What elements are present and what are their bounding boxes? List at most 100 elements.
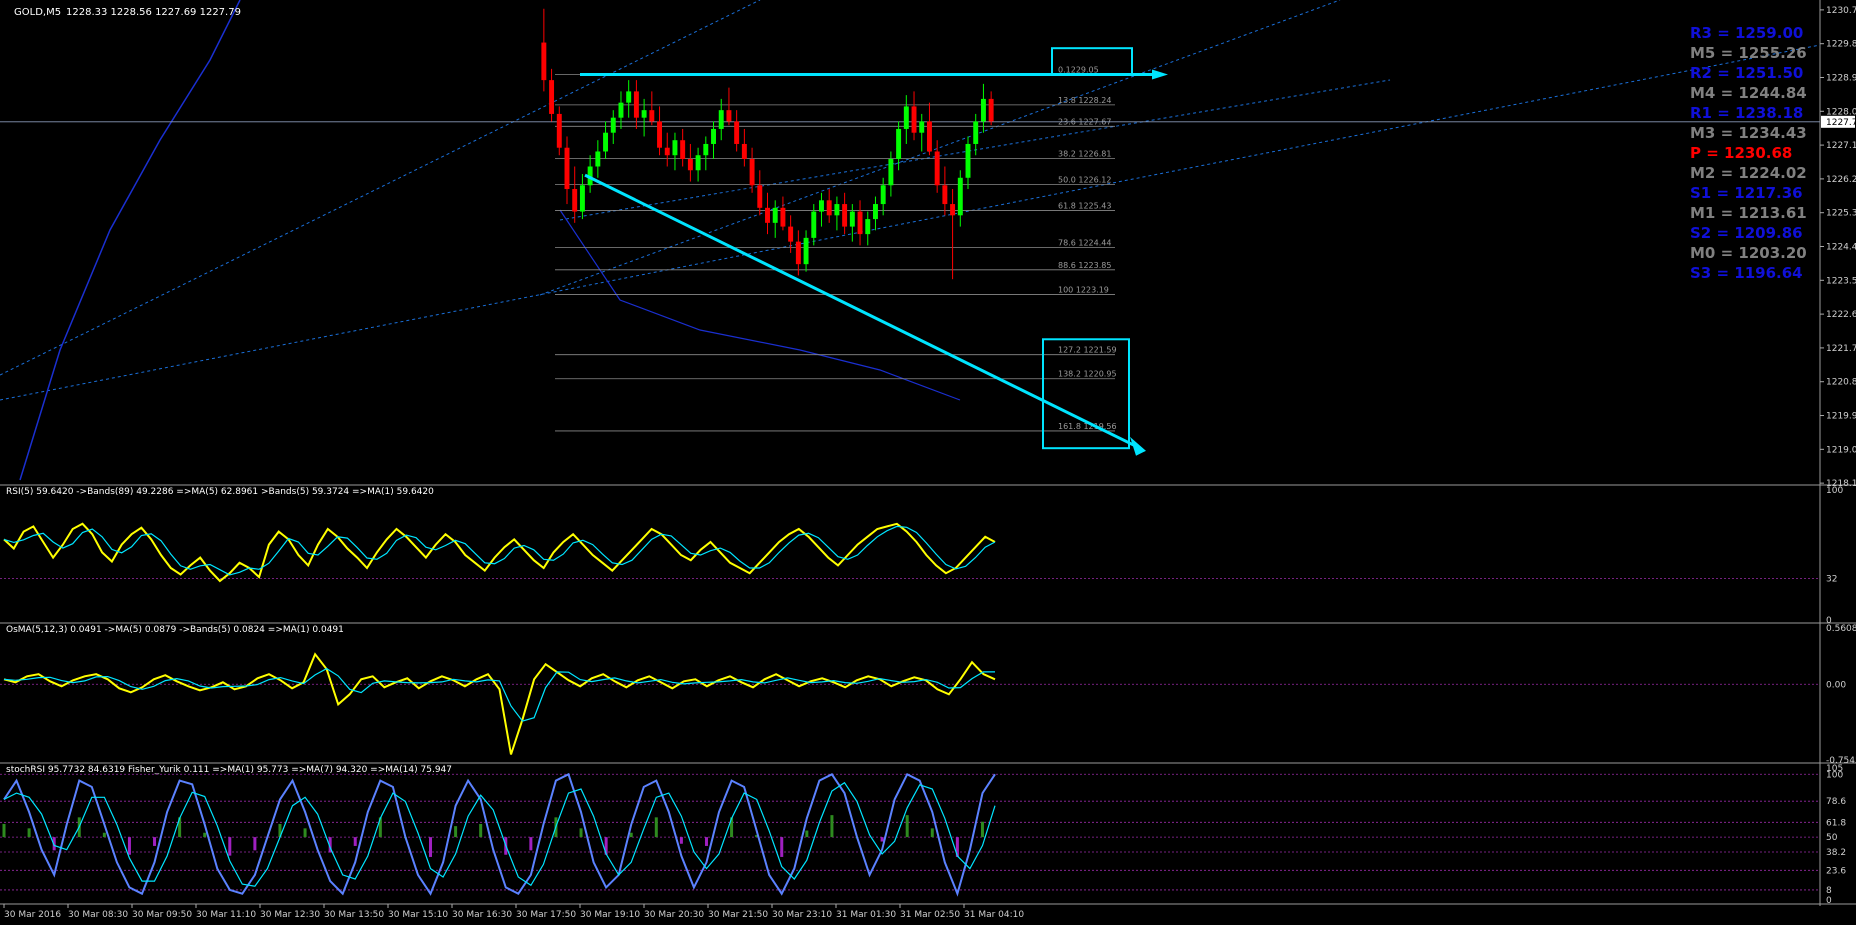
candle-body bbox=[749, 158, 755, 186]
candle-body bbox=[603, 132, 609, 152]
candle-body bbox=[795, 241, 801, 265]
indicator-title: OsMA(5,12,3) 0.0491 ->MA(5) 0.0879 ->Ban… bbox=[6, 625, 344, 635]
candle-body bbox=[711, 128, 716, 144]
indicator-tick-label: 100 bbox=[1826, 486, 1843, 496]
fib-level-label: 88.6 1223.85 bbox=[1058, 261, 1111, 270]
price-tick-label: 1230.77 bbox=[1826, 6, 1856, 16]
candle-body bbox=[842, 204, 848, 227]
chart-symbol-label: GOLD,M5 bbox=[14, 7, 61, 18]
candle-body bbox=[903, 106, 909, 129]
indicator-tick-label: 78.6 bbox=[1826, 797, 1846, 807]
candle-body bbox=[741, 143, 747, 159]
time-tick-label: 30 Mar 2016 bbox=[4, 910, 61, 920]
time-tick-label: 30 Mar 19:10 bbox=[580, 910, 640, 920]
candle-body bbox=[819, 200, 824, 212]
fib-level-label: 38.2 1226.81 bbox=[1058, 150, 1111, 159]
indicator-tick-label: 61.8 bbox=[1826, 818, 1846, 828]
pivot-level-label: S3 = 1196.64 bbox=[1690, 264, 1803, 282]
time-tick-label: 30 Mar 09:50 bbox=[132, 910, 192, 920]
candle-body bbox=[896, 128, 902, 159]
histogram-bar bbox=[780, 837, 784, 857]
time-tick-label: 31 Mar 02:50 bbox=[900, 910, 960, 920]
histogram-bar bbox=[805, 830, 809, 838]
candle-body bbox=[618, 102, 624, 118]
candle-body bbox=[980, 98, 986, 122]
histogram-bar bbox=[880, 837, 884, 842]
current-price-label: 1227.79 bbox=[1826, 118, 1856, 128]
price-tick-label: 1220.87 bbox=[1826, 378, 1856, 388]
pivot-level-label: S2 = 1209.86 bbox=[1690, 224, 1803, 242]
candle-body bbox=[595, 151, 601, 167]
price-tick-label: 1223.57 bbox=[1826, 276, 1856, 286]
candle-body bbox=[888, 158, 894, 186]
candle-body bbox=[680, 140, 686, 159]
candle-body bbox=[549, 80, 555, 114]
time-tick-label: 30 Mar 11:10 bbox=[196, 910, 256, 920]
price-tick-label: 1219.07 bbox=[1826, 445, 1856, 455]
price-tick-label: 1228.07 bbox=[1826, 107, 1856, 117]
candle-body bbox=[788, 226, 794, 242]
histogram-bar bbox=[905, 815, 909, 838]
candle-body bbox=[718, 110, 724, 129]
pivot-level-label: M1 = 1213.61 bbox=[1690, 204, 1807, 222]
candle-body bbox=[919, 121, 925, 133]
indicator-title: stochRSI 95.7732 84.6319 Fisher_Yurik 0.… bbox=[6, 765, 452, 775]
chart-canvas[interactable]: 1230.77 1229.87 1228.97 1228.07 1227.17 1226.… bbox=[0, 0, 1856, 921]
histogram-bar bbox=[529, 837, 533, 851]
time-tick-label: 30 Mar 13:50 bbox=[324, 910, 384, 920]
candle-body bbox=[765, 207, 770, 223]
candle-body bbox=[926, 121, 932, 152]
candle-body bbox=[664, 147, 670, 156]
pivot-level-label: S1 = 1217.36 bbox=[1690, 184, 1803, 202]
histogram-bar bbox=[153, 837, 157, 846]
candle-body bbox=[988, 98, 994, 122]
indicator-tick-label: 100 bbox=[1826, 770, 1843, 780]
candle-body bbox=[687, 158, 693, 171]
trading-chart[interactable]: 1230.77 1229.87 1228.97 1228.07 1227.17 1226.… bbox=[0, 0, 1856, 921]
price-tick-label: 1229.87 bbox=[1826, 40, 1856, 50]
price-tick-label: 1228.97 bbox=[1826, 73, 1856, 83]
price-tick-label: 1222.67 bbox=[1826, 310, 1856, 320]
pivot-level-label: P = 1230.68 bbox=[1690, 144, 1792, 162]
candle-body bbox=[672, 140, 678, 156]
histogram-bar bbox=[102, 832, 106, 838]
pivot-level-label: R3 = 1259.00 bbox=[1690, 24, 1803, 42]
candle-body bbox=[626, 91, 632, 103]
candle-body bbox=[965, 143, 971, 178]
price-tick-label: 1219.97 bbox=[1826, 412, 1856, 422]
indicator-tick-label: 0 bbox=[1826, 896, 1832, 906]
pivot-level-label: M2 = 1224.02 bbox=[1690, 164, 1807, 182]
candle-body bbox=[865, 219, 871, 235]
pivot-level-label: R2 = 1251.50 bbox=[1690, 64, 1803, 82]
fib-level-label: 127.2 1221.59 bbox=[1058, 346, 1117, 355]
histogram-bar bbox=[429, 837, 433, 857]
candle-body bbox=[834, 204, 840, 216]
price-tick-label: 1227.17 bbox=[1826, 141, 1856, 151]
histogram-bar bbox=[479, 823, 483, 838]
candle-body bbox=[811, 211, 817, 238]
candle-body bbox=[780, 207, 786, 227]
candle-body bbox=[610, 117, 616, 133]
candle-body bbox=[579, 185, 585, 212]
price-tick-label: 1221.77 bbox=[1826, 344, 1856, 354]
histogram-bar bbox=[830, 815, 834, 838]
indicator-tick-label: 38.2 bbox=[1826, 848, 1846, 858]
price-tick-label: 1224.47 bbox=[1826, 243, 1856, 253]
histogram-bar bbox=[980, 821, 984, 838]
pivot-level-label: M4 = 1244.84 bbox=[1690, 84, 1807, 102]
candle-body bbox=[880, 185, 886, 205]
ohlc-values: 1228.33 1228.56 1227.69 1227.79 bbox=[66, 7, 241, 18]
candle-body bbox=[942, 185, 948, 205]
time-tick-label: 30 Mar 16:30 bbox=[452, 910, 512, 920]
histogram-bar bbox=[228, 837, 232, 856]
fib-level-label: 61.8 1225.43 bbox=[1058, 201, 1111, 210]
histogram-bar bbox=[353, 837, 357, 846]
fib-level-label: 78.6 1224.44 bbox=[1058, 239, 1111, 248]
histogram-bar bbox=[253, 837, 257, 851]
fib-level-label: 100 1223.19 bbox=[1058, 286, 1109, 295]
candle-body bbox=[541, 42, 547, 81]
time-tick-label: 30 Mar 17:50 bbox=[516, 910, 576, 920]
candle-body bbox=[950, 204, 956, 216]
candle-body bbox=[757, 185, 763, 208]
candle-body bbox=[649, 110, 655, 122]
